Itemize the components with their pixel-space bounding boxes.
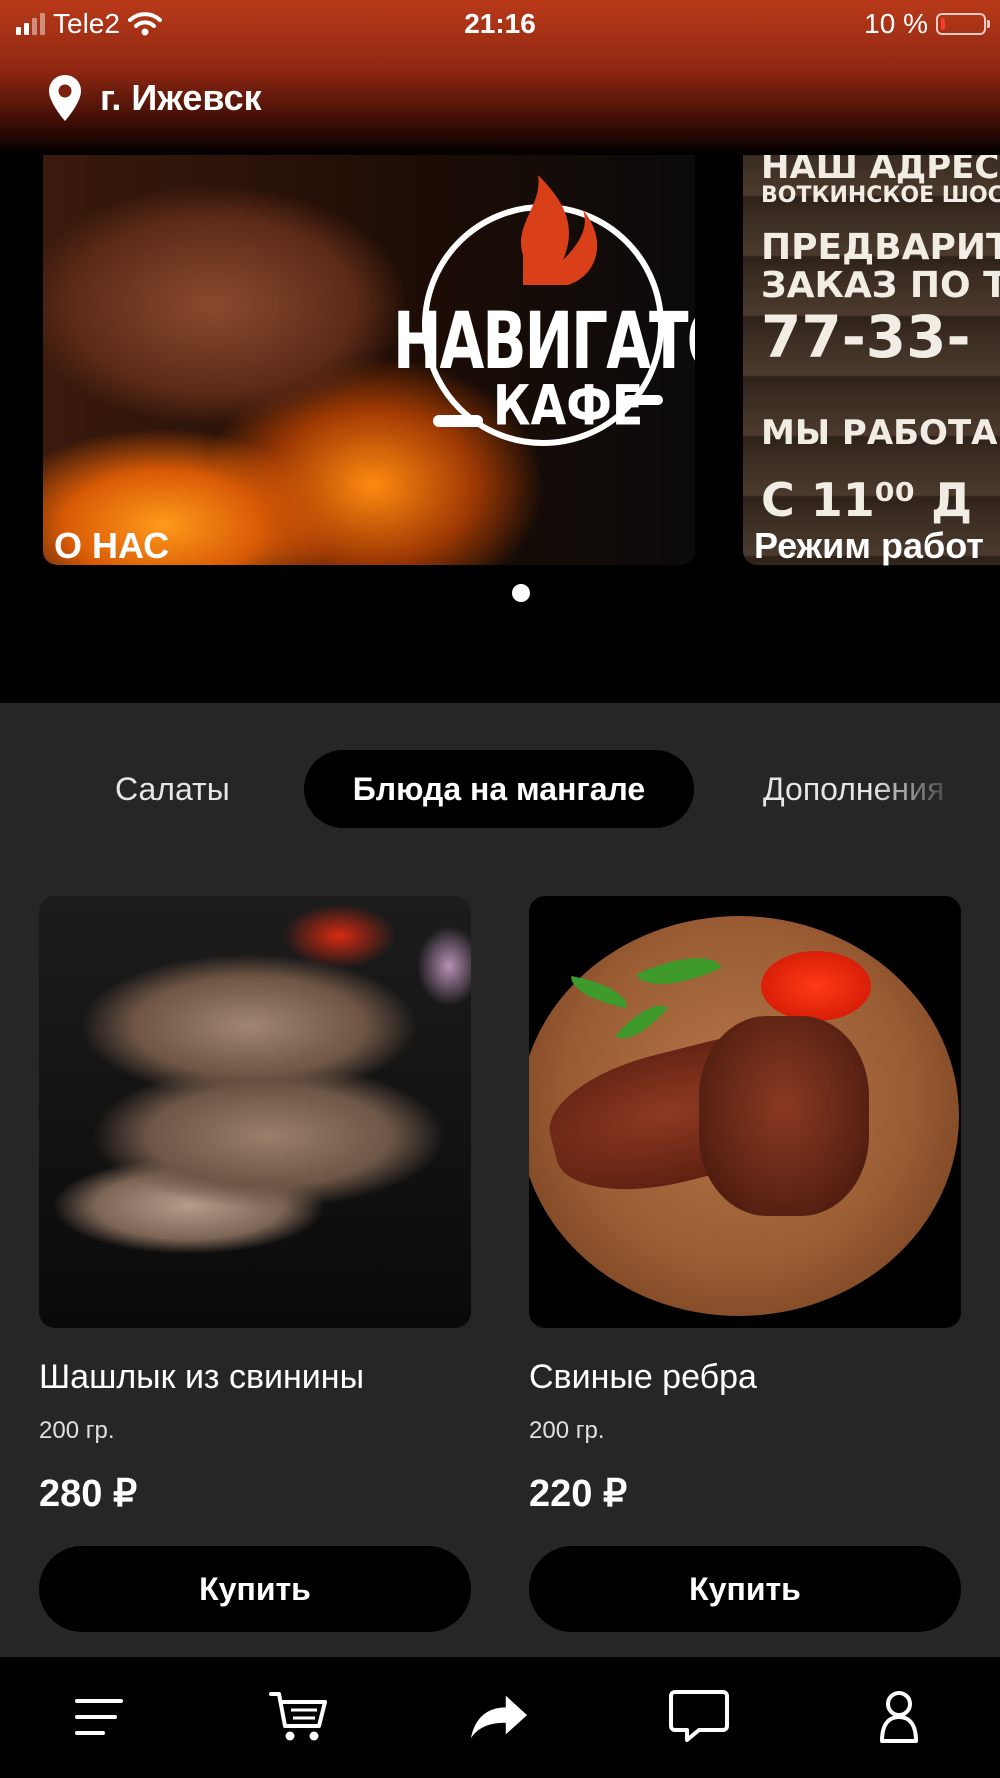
app-header: Tele2 21:16 10 % г. Ижевск: [0, 0, 1000, 155]
product-image-ribs[interactable]: [529, 896, 961, 1328]
menu-content: Салаты Блюда на мангале Дополнения Шашлы…: [0, 703, 1000, 1657]
tab-grill-dishes[interactable]: Блюда на мангале: [304, 750, 694, 828]
tab-salads[interactable]: Салаты: [115, 750, 230, 828]
status-right: 10 %: [864, 8, 990, 40]
product-card[interactable]: Свиные ребра 200 гр. 220 ₽ Купить: [529, 896, 961, 1632]
chalk-line: ЗАКАЗ ПО Т: [761, 265, 1000, 306]
status-bar: Tele2 21:16 10 %: [0, 0, 1000, 50]
chalk-line: ПРЕДВАРИТ: [761, 227, 1000, 268]
product-price: 280 ₽: [39, 1473, 138, 1515]
share-icon[interactable]: [469, 1687, 529, 1747]
banner-schedule[interactable]: НАШ АДРЕС ВОТКИНСКОЕ ШОСС ПРЕДВАРИТ ЗАКА…: [743, 155, 1000, 565]
product-weight: 200 гр.: [39, 1417, 115, 1444]
banner-caption-schedule[interactable]: Режим работ: [754, 525, 984, 567]
chat-icon[interactable]: [669, 1687, 729, 1747]
menu-icon[interactable]: [69, 1687, 129, 1747]
carousel-page-dot[interactable]: [512, 584, 530, 602]
chalk-line: ВОТКИНСКОЕ ШОСС: [761, 183, 1000, 208]
chalk-line: С 11⁰⁰ Д: [761, 473, 973, 527]
product-image-shashlik[interactable]: [39, 896, 471, 1328]
product-name: Свиные ребра: [529, 1358, 757, 1396]
chalk-line: МЫ РАБОТА: [761, 413, 998, 453]
city-selector[interactable]: г. Ижевск: [48, 74, 262, 122]
city-label: г. Ижевск: [100, 77, 262, 118]
status-time: 21:16: [464, 8, 536, 39]
banner-carousel[interactable]: НАВИГАТОР КАФЕ НАШ АДРЕС ВОТКИНСКОЕ ШОСС…: [0, 155, 1000, 703]
battery-level: [941, 18, 945, 30]
profile-icon[interactable]: [869, 1687, 929, 1747]
product-name: Шашлык из свинины: [39, 1358, 365, 1396]
logo-subtitle: КАФЕ: [493, 373, 644, 438]
buy-button[interactable]: Купить: [529, 1546, 961, 1632]
bottom-navigation: [0, 1657, 1000, 1778]
product-price: 220 ₽: [529, 1473, 628, 1515]
buy-button[interactable]: Купить: [39, 1546, 471, 1632]
cart-icon[interactable]: [269, 1687, 329, 1747]
location-pin-icon: [49, 75, 81, 121]
battery-percent: 10 %: [864, 8, 928, 39]
chalk-line: 77-33-: [761, 303, 971, 371]
category-tabs: Салаты Блюда на мангале Дополнения: [0, 750, 1000, 828]
sauce-bowl: [761, 951, 871, 1021]
banner-caption-about[interactable]: О НАС: [54, 525, 169, 567]
banner-about[interactable]: НАВИГАТОР КАФЕ: [43, 155, 695, 565]
product-weight: 200 гр.: [529, 1417, 605, 1444]
product-card[interactable]: Шашлык из свинины 200 гр. 280 ₽ Купить: [39, 896, 471, 1632]
ribs: [699, 1016, 869, 1216]
battery-icon: [936, 13, 990, 35]
tab-extras[interactable]: Дополнения: [763, 750, 944, 828]
